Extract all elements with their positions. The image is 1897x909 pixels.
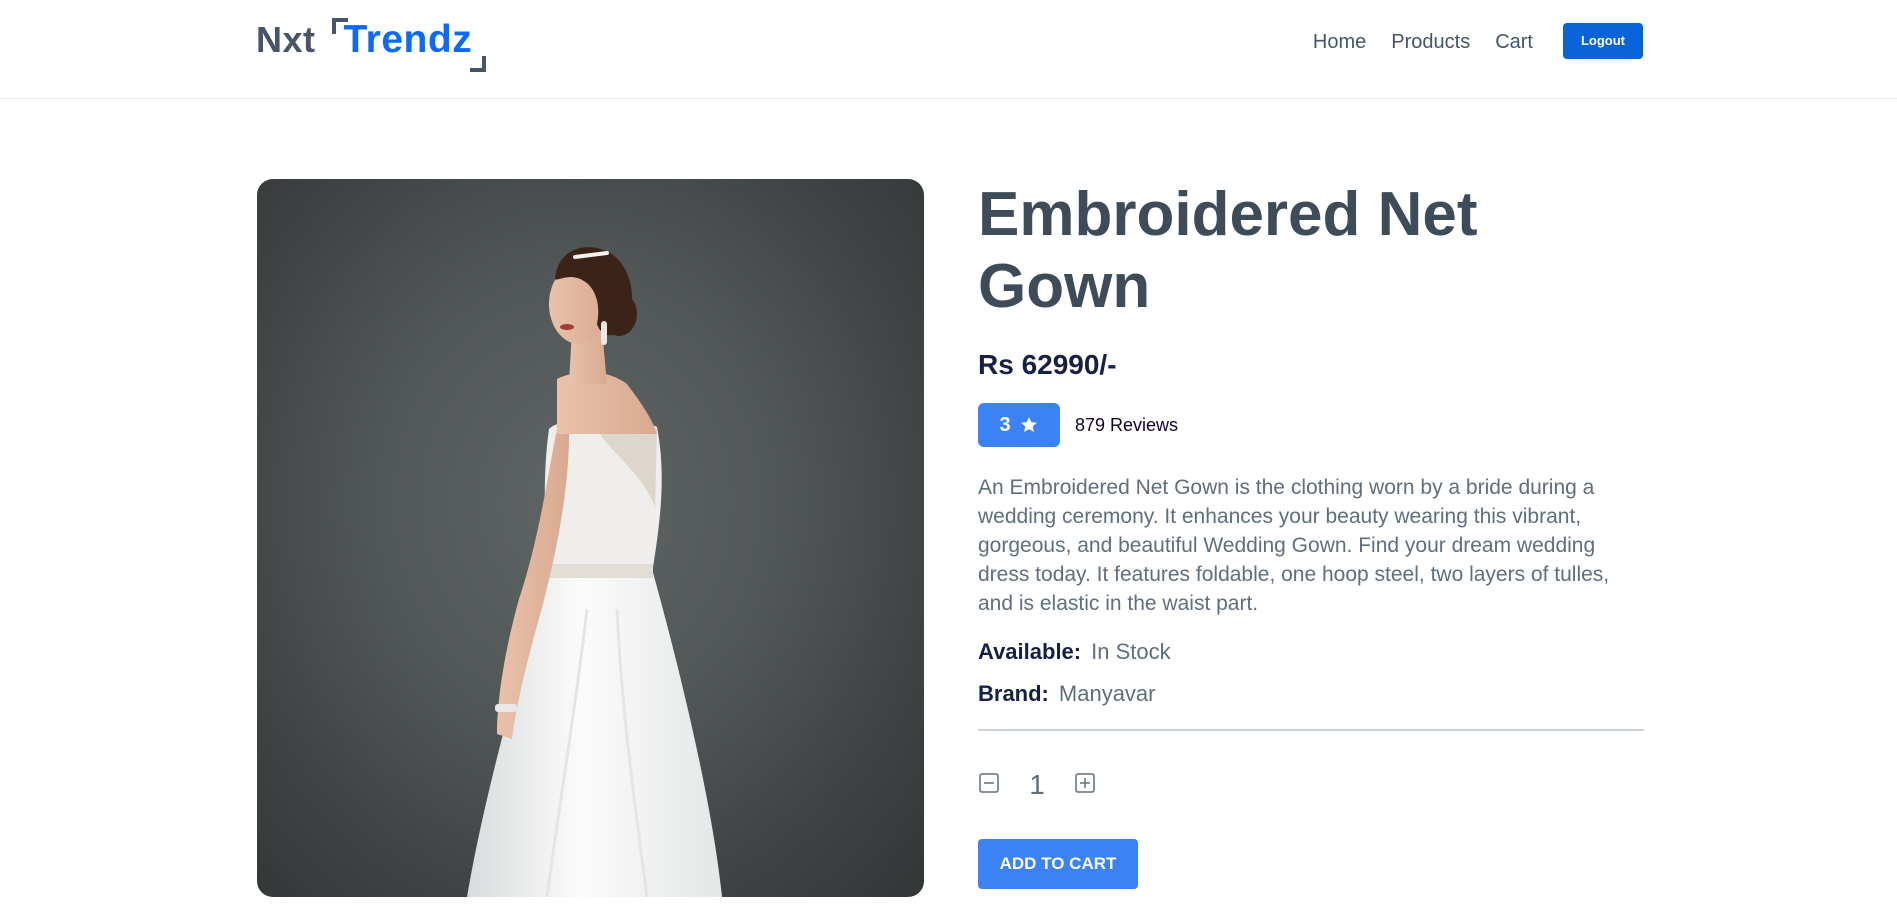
product-description: An Embroidered Net Gown is the clothing …: [978, 476, 1610, 615]
plus-square-icon: [1075, 773, 1095, 793]
divider: [978, 729, 1644, 731]
availability-row: Available: In Stock: [978, 639, 1644, 665]
star-icon: [1020, 417, 1037, 432]
product-price: Rs 62990/-: [978, 349, 1117, 380]
brand-value: Manyavar: [1058, 681, 1156, 706]
nav-link-products[interactable]: Products: [1391, 31, 1470, 54]
bride-gown-illustration: [467, 247, 722, 897]
add-to-cart-button[interactable]: ADD TO CART: [978, 839, 1138, 889]
increment-button[interactable]: [1074, 772, 1096, 794]
brand-row: Brand: Manyavar: [978, 681, 1644, 707]
nav-link-cart[interactable]: Cart: [1495, 31, 1533, 54]
navbar: Nxt Trendz Home Products Cart Logout: [0, 0, 1897, 99]
product-title: Embroidered Net Gown: [978, 180, 1478, 321]
product-image: [257, 179, 924, 897]
quantity-value: 1: [1029, 769, 1045, 800]
availability-label: Available:: [978, 639, 1082, 664]
logo-trendz-mark: Trendz: [331, 16, 487, 72]
rating-row: 3 879 Reviews: [978, 403, 1644, 447]
reviews-count: 879 Reviews: [1075, 414, 1179, 435]
rating-badge: 3: [978, 403, 1060, 447]
decrement-button[interactable]: [978, 772, 1000, 794]
product-details: Embroidered Net Gown Rs 62990/- 3 879 Re…: [978, 179, 1644, 889]
nav-link-home[interactable]: Home: [1313, 31, 1366, 54]
minus-square-icon: [979, 773, 999, 793]
logo-bracket-bottom-right: [470, 56, 487, 72]
logo[interactable]: Nxt Trendz: [256, 12, 487, 72]
nav-menu: Home Products Cart Logout: [1313, 0, 1643, 84]
rating-value: 3: [999, 413, 1011, 436]
quantity-stepper: 1: [978, 765, 1644, 801]
logo-trendz-text: Trendz: [343, 18, 473, 61]
availability-value: In Stock: [1091, 639, 1171, 664]
brand-label: Brand:: [978, 681, 1049, 706]
logo-bracket-top-left: [331, 18, 348, 34]
logout-button[interactable]: Logout: [1563, 22, 1643, 59]
logo-nxt-text: Nxt: [256, 19, 316, 60]
